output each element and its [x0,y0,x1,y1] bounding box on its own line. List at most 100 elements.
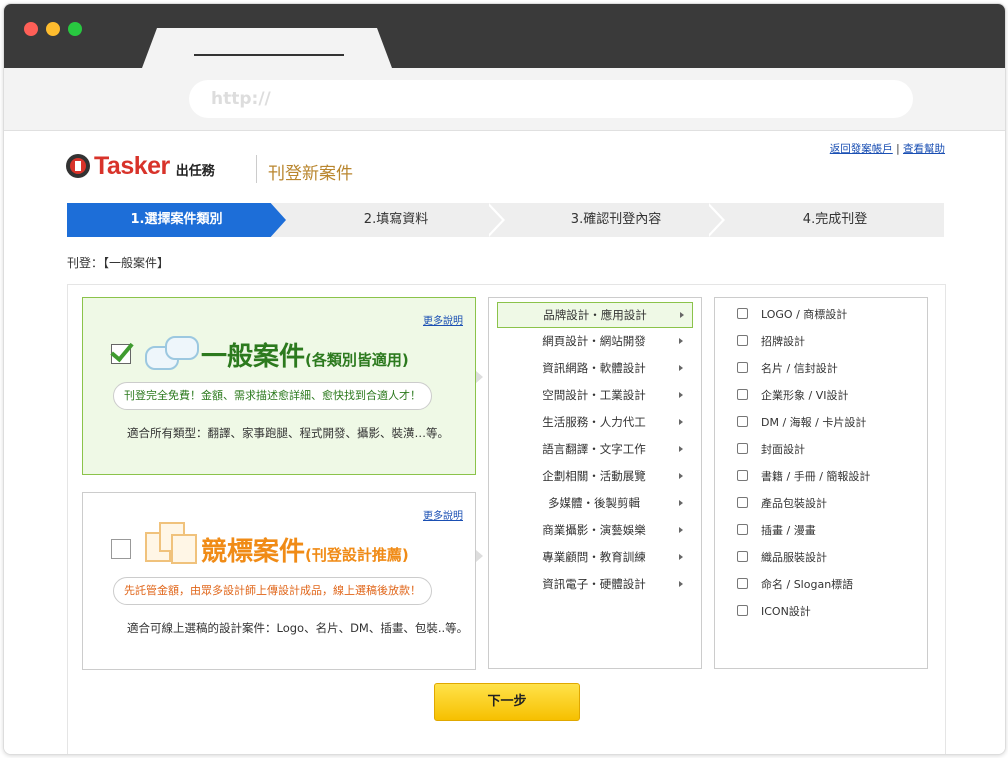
competition-more-link[interactable]: 更多說明 [423,507,463,522]
site-logo[interactable]: Tasker 出任務 [66,149,215,183]
subcategory-checkbox[interactable] [737,578,748,589]
back-to-account-link[interactable]: 返回發案帳戶 [830,143,893,155]
category-label: 品牌設計・應用設計 [543,308,647,322]
step-4: 4.完成刊登 [802,212,868,227]
category-label: 網頁設計・網站開發 [542,334,646,348]
case-type-panel: 更多說明 一般案件(各類別皆適用) 刊登完全免費！金額、需求描述愈詳細、愈快找到… [67,284,946,754]
subcategory-checkbox[interactable] [737,524,748,535]
subcategory-item[interactable]: 書籍 / 手冊 / 簡報設計 [737,467,870,487]
category-label: 專業顧問・教育訓練 [542,550,646,564]
category-label: 商業攝影・演藝娛樂 [542,523,646,537]
step-3: 3.確認刊登內容 [570,212,662,227]
browser-tab[interactable] [142,28,392,68]
next-step-button[interactable]: 下一步 [434,683,580,721]
subcategory-checkbox[interactable] [737,362,748,373]
category-item[interactable]: 專業顧問・教育訓練 [497,545,691,569]
category-item[interactable]: 資訊電子・硬體設計 [497,572,691,596]
subcategory-checkbox[interactable] [737,335,748,346]
category-item[interactable]: 生活服務・人力代工 [497,410,691,434]
chevron-right-icon [679,473,683,479]
category-list: 品牌設計・應用設計 網頁設計・網站開發資訊網路・軟體設計 空間設計・工業設計 生活服務… [488,297,702,669]
subcategory-item[interactable]: 插畫 / 漫畫 [737,521,816,541]
competition-case-description: 適合可線上選稿的設計案件：Logo、名片、DM、插畫、包裝..等。 [127,621,469,635]
category-item[interactable]: 企劃相關・活動展覽 [497,464,691,488]
page-content: Tasker 出任務 刊登新案件 返回發案帳戶 | 查看幫助 1.選擇案件類別 … [4,131,1005,754]
chevron-right-icon [679,392,683,398]
category-item[interactable]: 品牌設計・應用設計 [497,302,693,328]
general-case-card[interactable]: 更多說明 一般案件(各類別皆適用) 刊登完全免費！金額、需求描述愈詳細、愈快找到… [82,297,476,475]
competition-case-card[interactable]: 更多說明 競標案件(刊登設計推薦) 先託管金額，由眾多設計師上傳設計成品，線上選… [82,492,476,670]
category-item[interactable]: 多媒體・後製剪輯 [497,491,691,515]
chevron-right-icon [679,338,683,344]
chevron-right-icon [680,312,684,318]
logo-name: Tasker [94,151,170,180]
subcategory-item[interactable]: 名片 / 信封設計 [737,359,838,379]
subcategory-label: LOGO / 商標設計 [761,308,848,321]
subcategory-label: 企業形象 / VI設計 [761,389,849,402]
breadcrumb: 刊登：【一般案件】 [67,256,170,270]
address-bar[interactable]: http:// [189,80,913,118]
help-link[interactable]: 查看幫助 [903,143,945,155]
subcategory-label: 封面設計 [761,443,805,456]
general-case-description: 適合所有類型：翻譯、家事跑腿、程式開發、攝影、裝潢…等。 [127,426,449,440]
subcategory-checkbox[interactable] [737,497,748,508]
subcategory-label: 命名 / Slogan標語 [761,578,854,591]
subcategory-checkbox[interactable] [737,443,748,454]
general-subtitle-text: (各類別皆適用) [305,351,409,369]
general-case-tagline: 刊登完全免費！金額、需求描述愈詳細、愈快找到合適人才！ [113,382,432,410]
competition-subtitle-text: (刊登設計推薦) [305,546,409,564]
subcategory-label: DM / 海報 / 卡片設計 [761,416,867,429]
general-case-title: 一般案件(各類別皆適用) [201,336,409,373]
close-window-button[interactable] [24,22,38,36]
chevron-right-icon [679,365,683,371]
general-more-link[interactable]: 更多說明 [423,312,463,327]
subcategory-label: ICON設計 [761,605,811,618]
category-item[interactable]: 網頁設計・網站開發 [497,329,691,353]
subcategory-label: 織品服裝設計 [761,551,827,564]
subcategory-label: 插畫 / 漫畫 [761,524,816,537]
category-label: 企劃相關・活動展覽 [542,469,646,483]
minimize-window-button[interactable] [46,22,60,36]
category-item[interactable]: 資訊網路・軟體設計 [497,356,691,380]
subcategory-item[interactable]: ICON設計 [737,602,811,622]
step-1: 1.選擇案件類別 [67,203,286,237]
subcategory-item[interactable]: DM / 海報 / 卡片設計 [737,413,866,433]
subcategory-item[interactable]: LOGO / 商標設計 [737,305,847,325]
subcategory-checkbox[interactable] [737,470,748,481]
subcategory-checkbox[interactable] [737,308,748,319]
category-label: 多媒體・後製剪輯 [548,496,640,510]
step-progress-bar: 1.選擇案件類別 2.填寫資料 3.確認刊登內容 4.完成刊登 [67,203,944,237]
chevron-right-icon [679,527,683,533]
competition-case-checkbox[interactable] [111,539,131,559]
chevron-right-icon [679,419,683,425]
chevron-right-icon [679,446,683,452]
subcategory-item[interactable]: 企業形象 / VI設計 [737,386,848,406]
category-item[interactable]: 商業攝影・演藝娛樂 [497,518,691,542]
subcategory-item[interactable]: 招牌設計 [737,332,805,352]
category-item[interactable]: 空間設計・工業設計 [497,383,691,407]
address-bar-text: http:// [211,89,271,109]
chevron-right-icon [679,554,683,560]
subcategory-checkbox[interactable] [737,605,748,616]
subcategory-item[interactable]: 產品包裝設計 [737,494,827,514]
maximize-window-button[interactable] [68,22,82,36]
subcategory-checkbox[interactable] [737,551,748,562]
subcategory-label: 產品包裝設計 [761,497,827,510]
subcategory-checkbox[interactable] [737,416,748,427]
subcategory-item[interactable]: 命名 / Slogan標語 [737,575,853,595]
general-case-checkbox[interactable] [111,344,131,364]
chat-bubbles-icon [145,334,199,372]
tab-title-placeholder [194,54,344,56]
subcategory-item[interactable]: 封面設計 [737,440,805,460]
category-item[interactable]: 語言翻譯・文字工作 [497,437,691,461]
subcategory-checkbox[interactable] [737,389,748,400]
logo-subtitle: 出任務 [175,163,215,179]
chevron-right-icon [679,581,683,587]
competition-case-title: 競標案件(刊登設計推薦) [201,531,409,568]
arrow-right-icon [476,550,483,562]
subcategory-item[interactable]: 織品服裝設計 [737,548,827,568]
header-divider [256,155,257,183]
general-title-text: 一般案件 [201,342,306,372]
browser-window: http:// Tasker 出任務 刊登新案件 返回發案帳戶 | 查看幫助 1… [3,3,1006,755]
subcategory-label: 招牌設計 [761,335,805,348]
